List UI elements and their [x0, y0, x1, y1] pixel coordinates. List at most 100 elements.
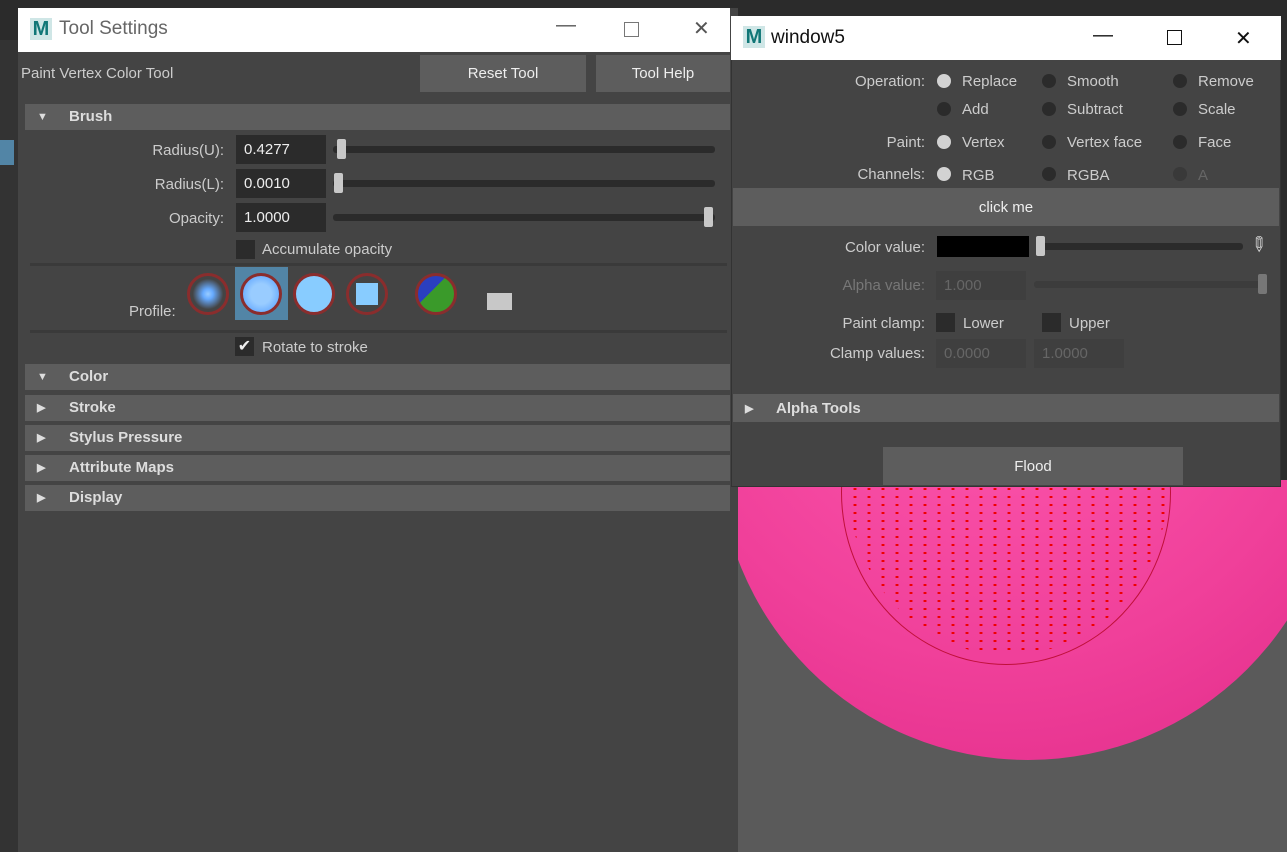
collapsed-arrow-icon: ▶ — [745, 403, 754, 415]
tool-settings-titlebar: M Tool Settings — ✕ — [18, 8, 730, 52]
opacity-label: Opacity: — [168, 210, 224, 227]
profile-divider — [30, 263, 727, 266]
minimize-button[interactable]: — — [556, 14, 576, 37]
tool-name: Paint Vertex Color Tool — [21, 65, 174, 82]
radius-u-slider[interactable] — [333, 146, 715, 153]
profile-label: Profile: — [129, 303, 176, 320]
radius-u-label: Radius(U): — [152, 142, 224, 159]
window5-titlebar: M window5 — ✕ — [731, 16, 1281, 60]
clamp-lower-field: 0.0000 — [936, 339, 1026, 368]
attribute-maps-section-header[interactable]: ▶ Attribute Maps — [25, 455, 730, 481]
maya-logo-icon: M — [743, 26, 765, 48]
left-strip-selection — [0, 140, 14, 165]
profile-divider-bottom — [30, 330, 727, 333]
close-button[interactable]: ✕ — [1235, 26, 1252, 51]
radio-vertex-label: Vertex — [962, 134, 1005, 151]
maya-logo-icon: M — [30, 18, 52, 40]
expanded-arrow-icon: ▼ — [37, 111, 48, 123]
profile-soft-icon[interactable] — [240, 273, 282, 315]
radio-remove-label: Remove — [1198, 73, 1254, 90]
profile-gaussian-icon[interactable] — [187, 273, 229, 315]
folder-icon[interactable] — [487, 293, 512, 310]
accumulate-opacity-checkbox[interactable] — [236, 240, 255, 259]
rotate-to-stroke-checkbox[interactable]: ✔ — [235, 337, 254, 356]
reset-tool-button[interactable]: Reset Tool — [420, 55, 586, 92]
radio-smooth[interactable] — [1042, 74, 1056, 88]
accumulate-opacity-label: Accumulate opacity — [262, 241, 393, 258]
radius-l-label: Radius(L): — [154, 176, 224, 193]
stylus-pressure-section-header[interactable]: ▶ Stylus Pressure — [25, 425, 730, 451]
radio-scale-label: Scale — [1198, 101, 1236, 118]
radius-u-field[interactable]: 0.4277 — [236, 135, 326, 164]
radio-rgb-label: RGB — [962, 167, 995, 184]
viewport[interactable] — [738, 480, 1287, 852]
collapsed-arrow-icon: ▶ — [37, 462, 46, 474]
alpha-value-field: 1.000 — [936, 271, 1026, 300]
alpha-value-slider-thumb — [1258, 274, 1267, 294]
rotate-to-stroke-label: Rotate to stroke — [262, 339, 368, 356]
profile-square-icon[interactable] — [346, 273, 388, 315]
channels-label: Channels: — [857, 166, 925, 183]
radio-scale[interactable] — [1173, 102, 1187, 116]
stroke-section-header[interactable]: ▶ Stroke — [25, 395, 730, 421]
opacity-field[interactable]: 1.0000 — [236, 203, 326, 232]
maximize-button[interactable] — [624, 22, 639, 37]
radio-remove[interactable] — [1173, 74, 1187, 88]
radio-replace[interactable] — [937, 74, 951, 88]
maximize-button[interactable] — [1167, 30, 1182, 45]
upper-label: Upper — [1069, 315, 1110, 332]
alpha-value-slider — [1034, 281, 1266, 288]
radio-vertex-face[interactable] — [1042, 135, 1056, 149]
close-button[interactable]: ✕ — [693, 16, 710, 41]
window-title: Tool Settings — [59, 18, 168, 39]
color-value-label: Color value: — [844, 239, 925, 256]
profile-solid-icon[interactable] — [293, 273, 335, 315]
radius-u-slider-thumb[interactable] — [337, 139, 346, 159]
color-value-slider-thumb[interactable] — [1036, 236, 1045, 256]
color-swatch[interactable] — [937, 236, 1029, 257]
alpha-value-label: Alpha value: — [842, 277, 925, 294]
flood-button[interactable]: Flood — [883, 447, 1183, 485]
color-value-slider[interactable] — [1036, 243, 1243, 250]
lower-checkbox[interactable] — [936, 313, 955, 332]
radio-face[interactable] — [1173, 135, 1187, 149]
radio-add[interactable] — [937, 102, 951, 116]
radio-face-label: Face — [1198, 134, 1232, 151]
radio-rgba[interactable] — [1042, 167, 1056, 181]
tool-help-button[interactable]: Tool Help — [596, 55, 730, 92]
opacity-slider-thumb[interactable] — [704, 207, 713, 227]
radio-rgb[interactable] — [937, 167, 951, 181]
collapsed-arrow-icon: ▶ — [37, 492, 46, 504]
click-me-button[interactable]: click me — [733, 188, 1279, 226]
radio-subtract[interactable] — [1042, 102, 1056, 116]
radius-l-slider[interactable] — [333, 180, 715, 187]
brush-section-header[interactable]: ▼ Brush — [25, 104, 730, 130]
operation-label: Operation: — [854, 73, 925, 90]
opacity-slider[interactable] — [333, 214, 715, 221]
collapsed-arrow-icon: ▶ — [37, 432, 46, 444]
profile-image-icon[interactable] — [415, 273, 457, 315]
collapsed-arrow-icon: ▶ — [37, 402, 46, 414]
radio-vertex[interactable] — [937, 135, 951, 149]
alpha-tools-section-header[interactable]: ▶ Alpha Tools — [733, 394, 1279, 422]
expanded-arrow-icon: ▼ — [37, 371, 48, 383]
paint-label: Paint: — [886, 134, 925, 151]
color-section-header[interactable]: ▼ Color — [25, 364, 730, 390]
radius-l-slider-thumb[interactable] — [334, 173, 343, 193]
radio-replace-label: Replace — [962, 73, 1018, 90]
upper-checkbox[interactable] — [1042, 313, 1061, 332]
radio-rgba-label: RGBA — [1067, 167, 1110, 184]
display-section-header[interactable]: ▶ Display — [25, 485, 730, 511]
radio-add-label: Add — [962, 101, 989, 118]
radius-l-field[interactable]: 0.0010 — [236, 169, 326, 198]
window-title: window5 — [771, 27, 845, 48]
lower-label: Lower — [963, 315, 1004, 332]
radio-subtract-label: Subtract — [1067, 101, 1123, 118]
radio-smooth-label: Smooth — [1067, 73, 1119, 90]
clamp-upper-field: 1.0000 — [1034, 339, 1124, 368]
radio-vertex-face-label: Vertex face — [1067, 134, 1143, 151]
radio-a-label: A — [1198, 167, 1209, 184]
minimize-button[interactable]: — — [1093, 24, 1113, 47]
radio-a — [1173, 167, 1187, 181]
paint-clamp-label: Paint clamp: — [842, 315, 925, 332]
